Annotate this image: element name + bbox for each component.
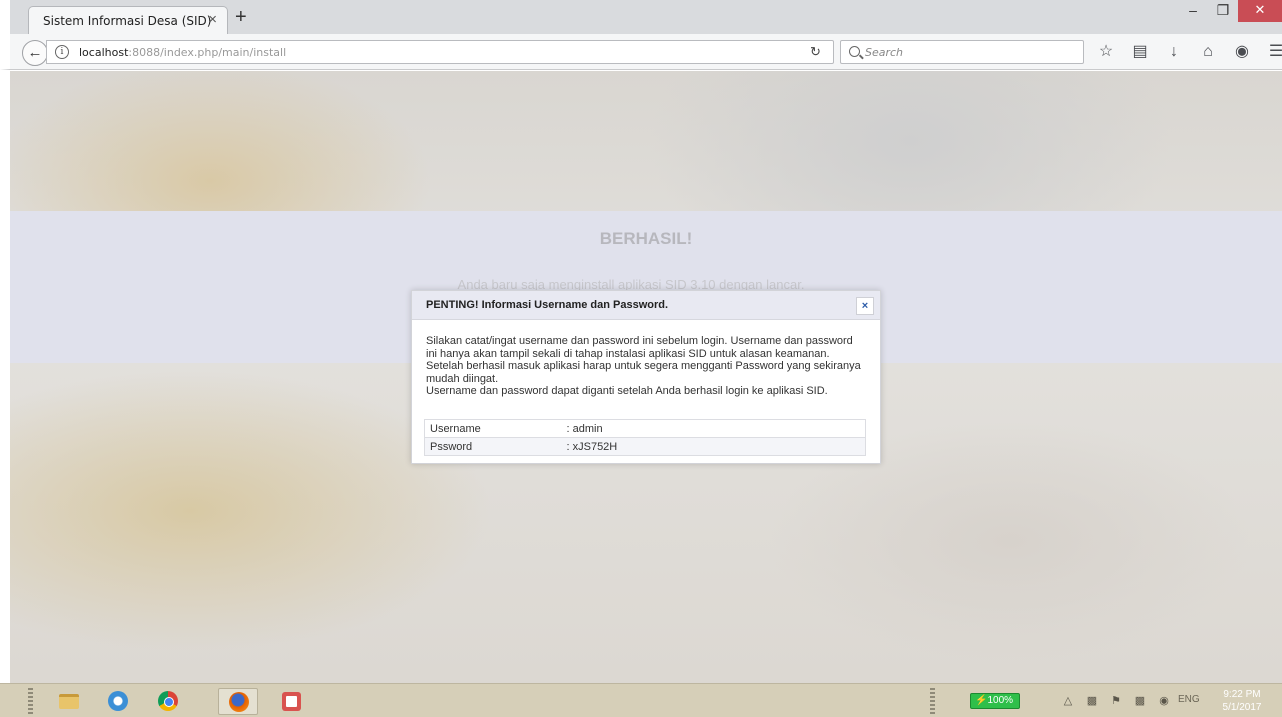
internet-explorer-icon: [108, 691, 128, 711]
table-row: Pssword : xJS752H: [424, 437, 866, 456]
dialog-body: Silakan catat/ingat username dan passwor…: [426, 335, 866, 398]
reading-list-icon[interactable]: ▤: [1130, 42, 1150, 62]
browser-tab[interactable]: Sistem Informasi Desa (SID) ×: [28, 6, 228, 34]
tab-close-icon[interactable]: ×: [208, 11, 217, 29]
credentials-table: Username : admin Pssword : xJS752H: [424, 419, 866, 456]
tab-title: Sistem Informasi Desa (SID): [43, 14, 212, 28]
username-label: Username: [430, 422, 481, 435]
table-row: Username : admin: [424, 419, 866, 438]
new-tab-button[interactable]: +: [235, 6, 247, 28]
device-icon[interactable]: ▩: [1084, 693, 1100, 709]
window-controls: – ❐ ✕: [1178, 0, 1282, 26]
dialog-header: PENTING! Informasi Username dan Password…: [412, 291, 880, 320]
clock-time: 9:22 PM: [1223, 689, 1261, 700]
menu-icon[interactable]: ☰: [1266, 42, 1282, 62]
language-indicator[interactable]: ENG: [1178, 694, 1200, 705]
download-icon[interactable]: ↓: [1164, 42, 1184, 62]
dialog-paragraph: Silakan catat/ingat username dan passwor…: [426, 335, 853, 360]
credentials-dialog: PENTING! Informasi Username dan Password…: [411, 290, 881, 464]
dialog-title: PENTING! Informasi Username dan Password…: [426, 299, 669, 311]
url-text[interactable]: localhost:8088/index.php/main/install: [79, 46, 286, 59]
chrome-icon: [158, 691, 178, 711]
system-tray: △ ▩ ⚑ ▩ ◉: [1060, 693, 1172, 709]
taskbar-grip: [930, 688, 935, 714]
search-input[interactable]: Search: [840, 40, 1084, 64]
close-icon[interactable]: ×: [856, 297, 874, 315]
battery-level: 100%: [987, 695, 1014, 706]
close-window-button[interactable]: ✕: [1238, 0, 1282, 22]
password-value: : xJS752H: [566, 440, 618, 453]
taskbar-item-explorer[interactable]: [48, 688, 88, 715]
restore-button[interactable]: ❐: [1208, 0, 1238, 22]
taskbar: ⚡100% △ ▩ ⚑ ▩ ◉ ENG 9:22 PM 5/1/2017: [0, 683, 1282, 717]
back-button[interactable]: ←: [22, 40, 48, 66]
network-icon[interactable]: ▩: [1132, 693, 1148, 709]
action-center-icon[interactable]: ⚑: [1108, 693, 1124, 709]
pocket-icon[interactable]: ◉: [1232, 42, 1252, 62]
home-icon[interactable]: ⌂: [1198, 42, 1218, 62]
toolbar: ☆ ▤ ↓ ⌂ ◉ ☰: [1096, 42, 1282, 62]
search-icon: [849, 46, 860, 57]
taskbar-grip: [28, 688, 33, 714]
file-explorer-icon: [59, 694, 79, 709]
minimize-button[interactable]: –: [1178, 0, 1208, 22]
app-icon: [282, 692, 301, 711]
address-bar[interactable]: i localhost:8088/index.php/main/install …: [46, 40, 834, 64]
show-hidden-icons-icon[interactable]: △: [1060, 693, 1076, 709]
bookmark-star-icon[interactable]: ☆: [1096, 42, 1116, 62]
taskbar-item-app[interactable]: [272, 688, 312, 715]
volume-icon[interactable]: ◉: [1156, 693, 1172, 709]
info-icon[interactable]: i: [55, 45, 69, 59]
url-host: localhost: [79, 46, 129, 59]
url-path: :8088/index.php/main/install: [128, 46, 287, 59]
taskbar-item-firefox[interactable]: [218, 688, 258, 715]
navigation-bar: ← i localhost:8088/index.php/main/instal…: [0, 34, 1282, 70]
username-value: : admin: [566, 422, 603, 435]
page-title: BERHASIL!: [599, 229, 693, 248]
clock[interactable]: 9:22 PM 5/1/2017: [1212, 688, 1272, 714]
search-placeholder: Search: [865, 46, 904, 59]
tab-bar: Sistem Informasi Desa (SID) × + – ❐ ✕: [0, 0, 1282, 34]
dialog-paragraph: Setelah berhasil masuk aplikasi harap un…: [426, 360, 861, 385]
password-label: Pssword: [430, 440, 473, 453]
taskbar-item-ie[interactable]: [98, 688, 138, 715]
battery-indicator[interactable]: ⚡100%: [970, 693, 1020, 709]
clock-date: 5/1/2017: [1222, 702, 1262, 713]
dialog-paragraph: Username dan password dapat diganti sete…: [426, 385, 828, 398]
reload-icon[interactable]: ↻: [810, 44, 821, 60]
firefox-icon: [229, 692, 249, 712]
taskbar-item-chrome[interactable]: [148, 688, 188, 715]
